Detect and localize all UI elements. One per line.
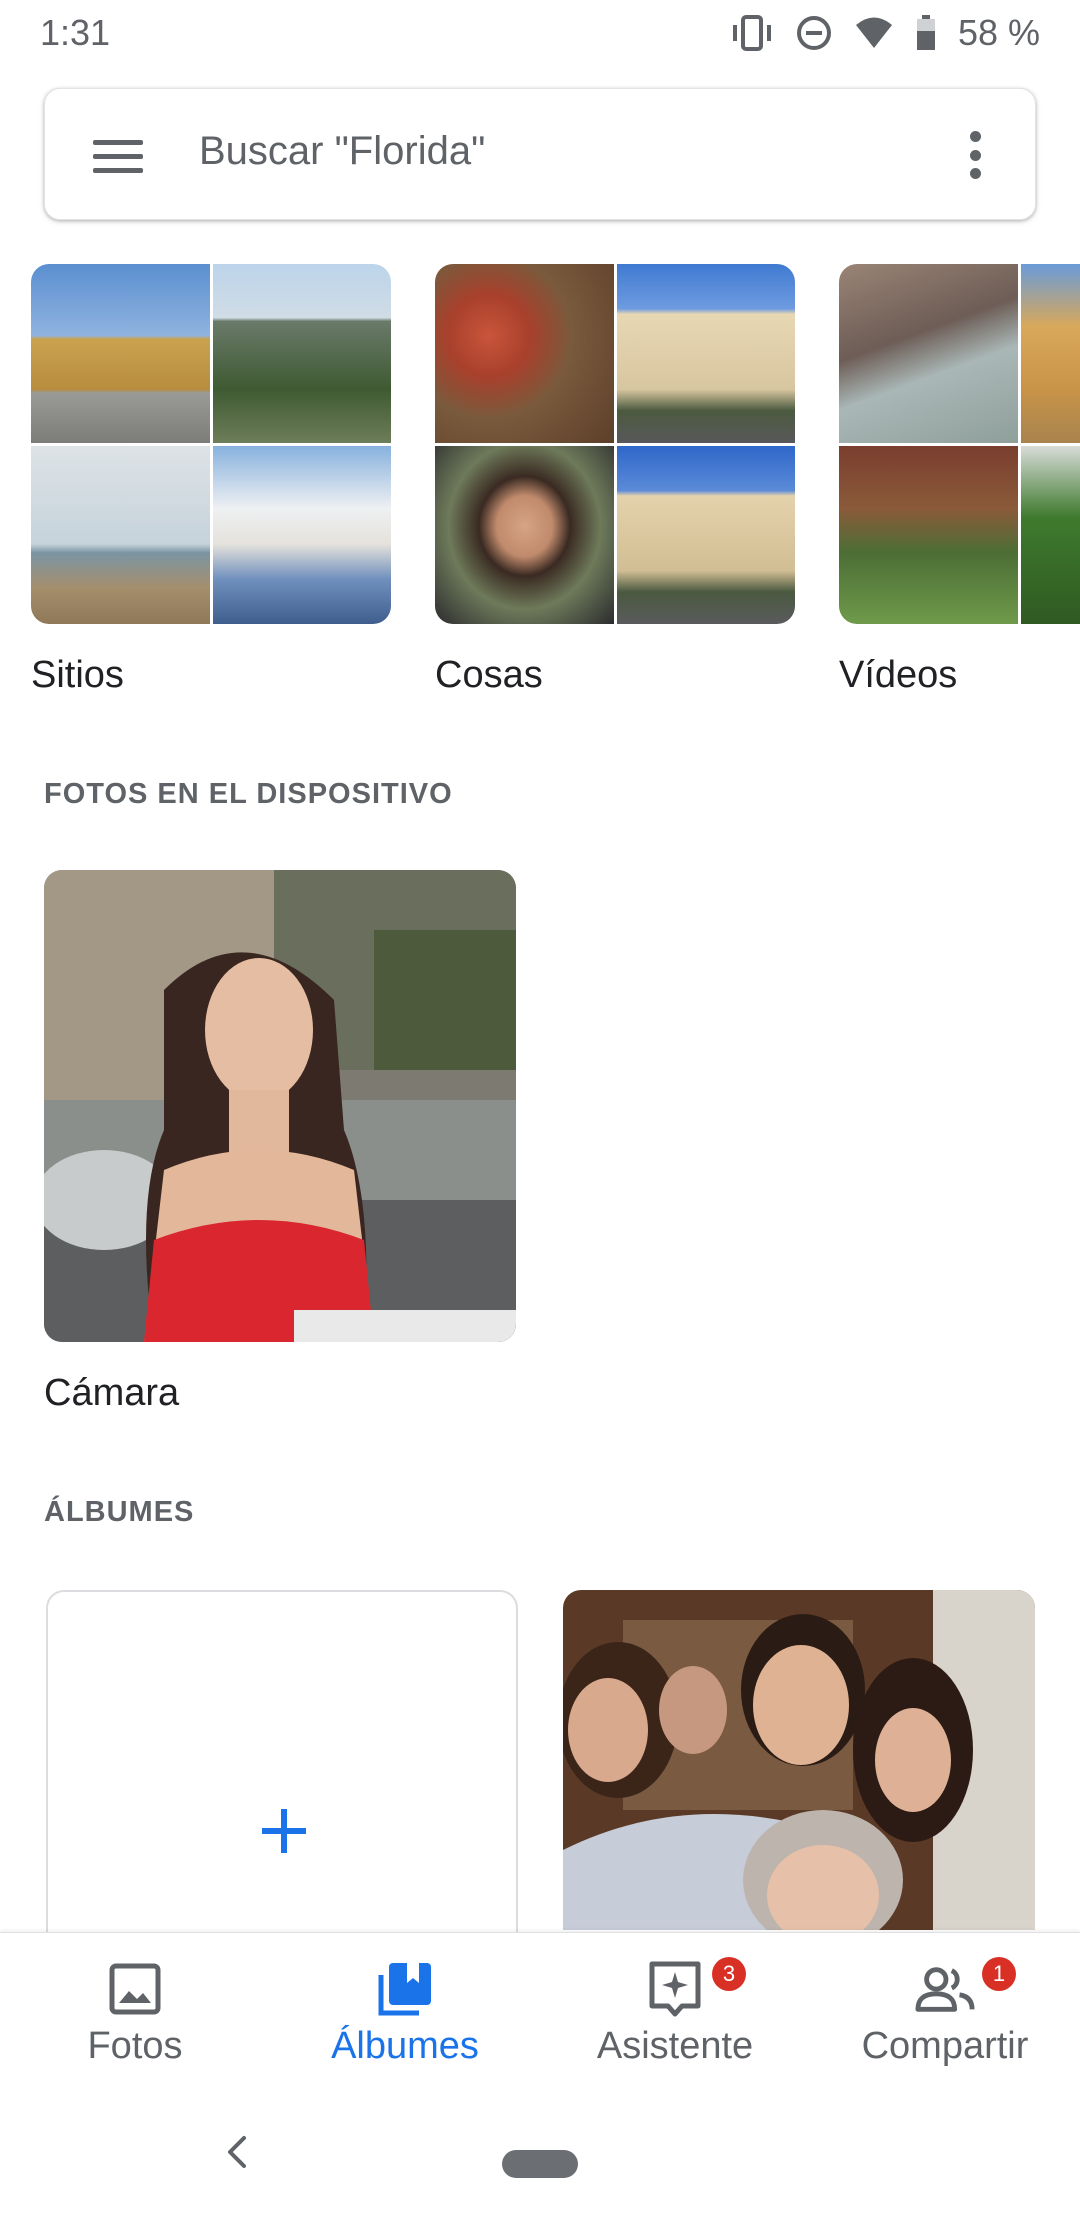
status-bar: 1:31 58 % (0, 0, 1080, 68)
album-photo (563, 1590, 1035, 1930)
notification-badge: 1 (982, 1957, 1016, 1991)
system-navigation (0, 2092, 1080, 2220)
nav-label: Asistente (596, 2025, 754, 2067)
photo-thumb (1020, 264, 1080, 443)
category-collage (31, 264, 391, 624)
category-sitios[interactable]: Sitios (31, 264, 391, 697)
search-bar[interactable]: Buscar "Florida" (44, 88, 1036, 220)
nav-item-compartir[interactable]: 1 Compartir (810, 1933, 1080, 2093)
category-label: Cosas (435, 654, 543, 696)
assistant-icon (645, 1959, 705, 2019)
nav-label: Compartir (861, 2025, 1029, 2067)
back-icon[interactable] (222, 2132, 252, 2183)
more-options-icon[interactable] (965, 131, 985, 179)
photo-thumb (31, 445, 210, 624)
album-thumb[interactable] (563, 1590, 1035, 1930)
photo-thumb (31, 264, 210, 443)
category-label: Vídeos (839, 654, 958, 696)
category-cosas[interactable]: Cosas (435, 264, 795, 697)
category-collage (839, 264, 1080, 624)
battery-percent: 58 % (957, 12, 1040, 53)
photo-thumb (839, 264, 1018, 443)
status-icons: 58 % (730, 12, 1040, 54)
battery-icon (916, 15, 936, 51)
plus-icon (260, 1788, 308, 1868)
nav-label: Fotos (87, 2025, 183, 2067)
categories-carousel[interactable]: Sitios Cosas Vídeos (31, 264, 1080, 714)
photo-thumb (839, 445, 1018, 624)
photo-thumb (435, 445, 614, 624)
menu-icon[interactable] (93, 129, 147, 183)
camera-folder-thumb[interactable] (44, 870, 516, 1342)
photo-thumb (616, 264, 795, 443)
status-time: 1:31 (40, 12, 111, 53)
photo-thumb (212, 445, 391, 624)
nav-item-asistente[interactable]: 3 Asistente (540, 1933, 810, 2093)
photo-thumb (616, 445, 795, 624)
category-label: Sitios (31, 654, 124, 696)
nav-item-fotos[interactable]: Fotos (0, 1933, 270, 2093)
nav-label: Álbumes (331, 2025, 479, 2067)
home-pill[interactable] (502, 2150, 578, 2178)
section-header-albums: ÁLBUMES (44, 1496, 195, 1528)
do-not-disturb-icon (796, 15, 832, 51)
vibrate-icon (730, 15, 774, 51)
photo-thumb (212, 264, 391, 443)
category-videos[interactable]: Vídeos (839, 264, 1080, 697)
section-header-device: FOTOS EN EL DISPOSITIVO (44, 778, 453, 810)
people-icon (915, 1959, 975, 2019)
search-input[interactable]: Buscar "Florida" (199, 129, 485, 174)
wifi-icon (854, 16, 894, 50)
notification-badge: 3 (712, 1957, 746, 1991)
bottom-navigation: Fotos Álbumes 3 Asistente 1 Compartir (0, 1932, 1080, 2092)
photo-icon (105, 1959, 165, 2019)
category-collage (435, 264, 795, 624)
photo-thumb (1020, 445, 1080, 624)
nav-item-albumes[interactable]: Álbumes (270, 1933, 540, 2093)
camera-photo (44, 870, 516, 1342)
photo-thumb (435, 264, 614, 443)
camera-folder-label[interactable]: Cámara (44, 1372, 179, 1415)
albums-icon (375, 1959, 435, 2019)
new-album-button[interactable] (46, 1590, 518, 1990)
